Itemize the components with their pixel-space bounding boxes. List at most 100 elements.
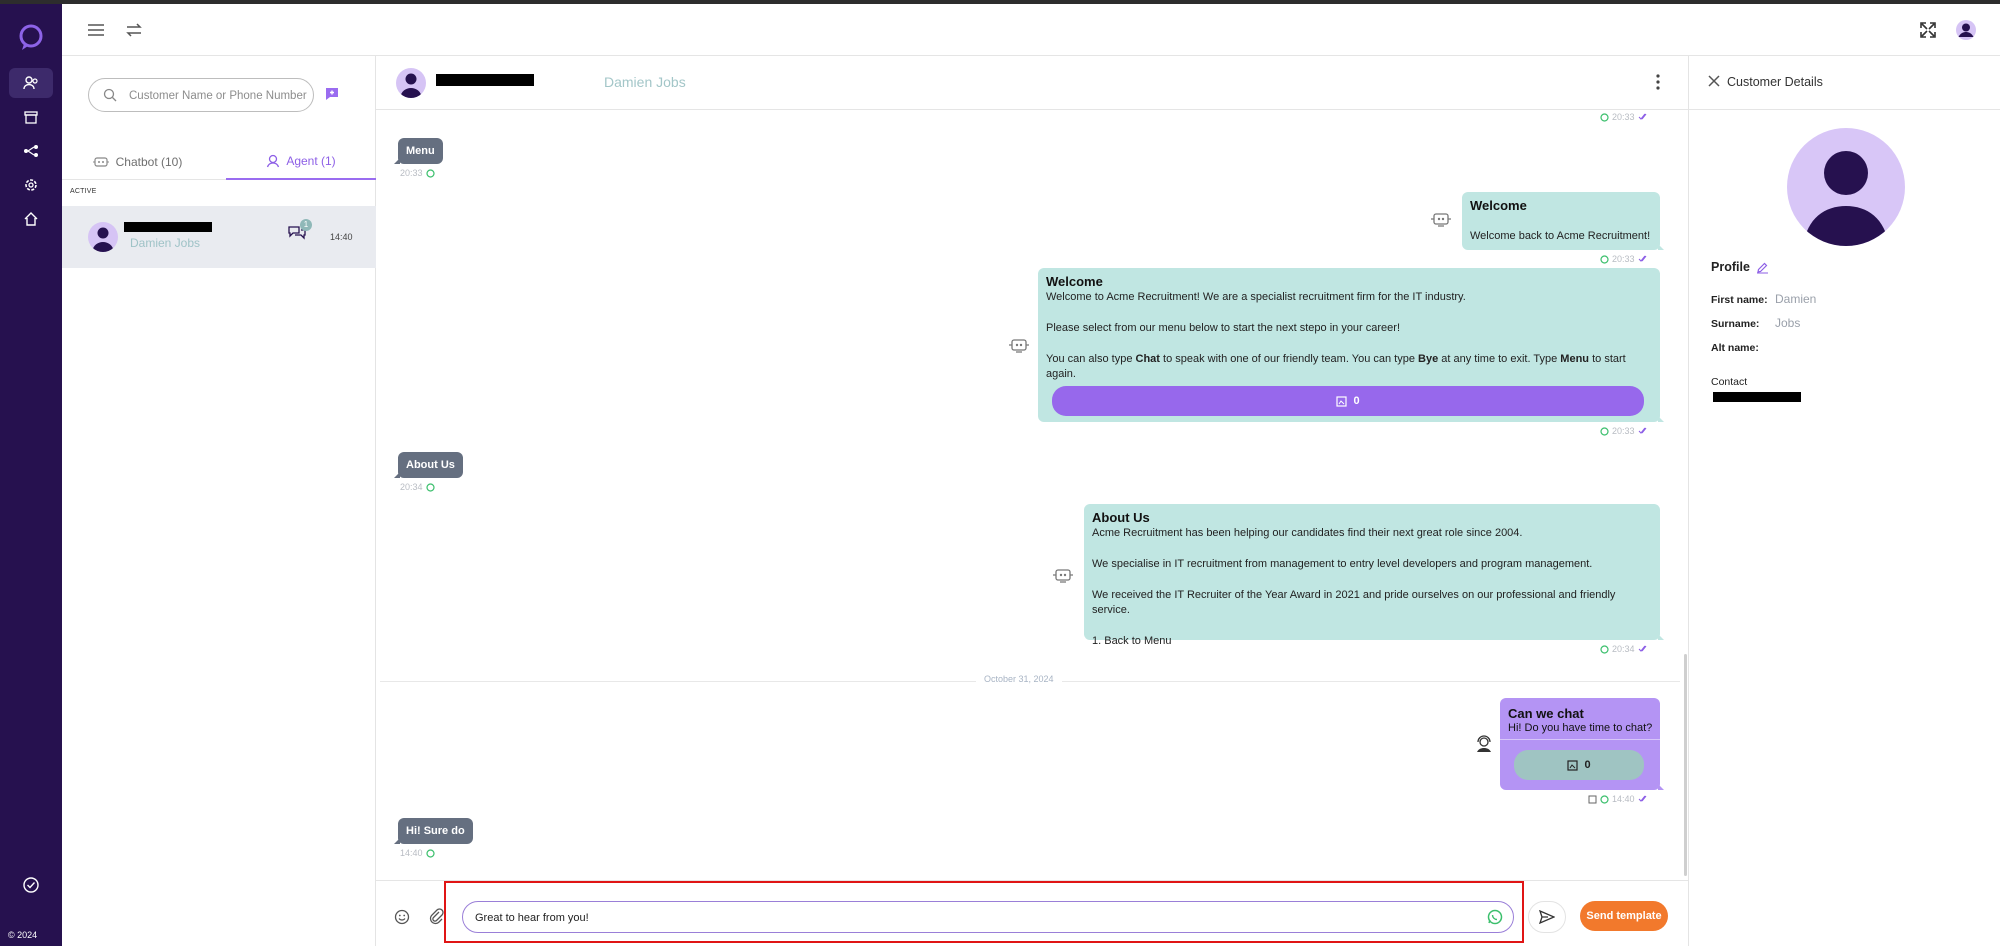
agent-icon xyxy=(267,154,280,168)
fullscreen-icon[interactable] xyxy=(1916,18,1940,42)
incoming-message: Hi! Sure do xyxy=(394,818,473,844)
date-divider: October 31, 2024 xyxy=(380,674,1680,684)
section-label: ACTIVE xyxy=(70,188,97,195)
new-chat-icon[interactable] xyxy=(324,86,340,102)
conversation-number: +447824821666 xyxy=(124,222,212,232)
more-options-icon[interactable] xyxy=(1648,72,1668,92)
conversation-name: Damien Jobs xyxy=(130,236,201,250)
first-name-label: First name: xyxy=(1711,294,1768,306)
message-time: 20:33 xyxy=(400,168,423,178)
tab-chatbot[interactable]: Chatbot (10) xyxy=(62,144,212,180)
tab-agent-label: Agent (1) xyxy=(286,154,336,168)
incoming-message: About Us xyxy=(394,452,463,478)
send-template-button[interactable]: Send template xyxy=(1580,901,1668,931)
app-bar xyxy=(62,4,2000,56)
copyright-text: © 2024 xyxy=(8,930,38,940)
chat-phone-redacted xyxy=(436,74,534,86)
message-body: Welcome back to Acme Recruitment! xyxy=(1470,230,1651,242)
whatsapp-icon xyxy=(1600,112,1609,122)
details-header: Customer Details xyxy=(1689,56,2000,110)
nav-home-icon[interactable] xyxy=(9,204,53,234)
message-title: About Us xyxy=(1092,510,1150,525)
message-meta: 20:34 xyxy=(1600,644,1648,654)
robot-icon xyxy=(92,157,109,167)
attach-icon[interactable] xyxy=(428,907,444,925)
template-icon xyxy=(1588,795,1597,803)
bot-icon xyxy=(1431,213,1451,227)
search-input[interactable] xyxy=(129,86,307,106)
agent-headset-icon xyxy=(1477,735,1491,752)
chat-avatar xyxy=(396,68,426,98)
tab-agent[interactable]: Agent (1) xyxy=(226,144,376,180)
message-field xyxy=(462,901,1514,933)
message-line: You can also type Chat to speak with one… xyxy=(1046,353,1626,380)
message-time: 14:40 xyxy=(400,848,423,858)
message-meta: 20:34 xyxy=(400,482,435,492)
contact-label: Contact xyxy=(1711,376,1748,388)
read-ticks-icon xyxy=(1638,427,1646,434)
tab-chatbot-label: Chatbot (10) xyxy=(115,155,183,169)
whatsapp-icon xyxy=(1600,794,1609,804)
bot-icon xyxy=(1009,339,1029,353)
chat-panel: + Damien Jobs 20:33 Menu 20:33 Welcome W… xyxy=(376,56,1688,946)
close-icon[interactable] xyxy=(1707,74,1721,88)
edit-icon[interactable] xyxy=(1756,261,1769,274)
whatsapp-icon xyxy=(425,482,435,492)
emoji-icon[interactable] xyxy=(394,909,410,925)
message-line: 1. Back to Menu xyxy=(1092,635,1172,647)
nav-contacts-icon[interactable] xyxy=(9,68,53,98)
message-time: 20:34 xyxy=(1612,644,1635,654)
conversation-sidebar: Chatbot (10) Agent (1) ACTIVE +447824821… xyxy=(62,56,376,946)
message-body: Hi! Do you have time to chat? xyxy=(1508,722,1653,734)
message-title: Can we chat xyxy=(1508,706,1584,721)
read-ticks-icon xyxy=(1638,645,1646,652)
surname-value: Jobs xyxy=(1775,316,1801,330)
nav-settings-icon[interactable] xyxy=(9,170,53,200)
send-icon xyxy=(1539,910,1555,924)
message-time: 20:33 xyxy=(1612,426,1635,436)
customer-avatar xyxy=(1787,128,1905,246)
conversation-item[interactable]: +447824821666 Damien Jobs 1 14:40 xyxy=(62,206,376,268)
quick-reply-button[interactable]: 0 xyxy=(1052,386,1644,416)
send-button[interactable] xyxy=(1528,901,1566,933)
message-line: Please select from our menu below to sta… xyxy=(1046,322,1401,334)
outgoing-message: Welcome Welcome to Acme Recruitment! We … xyxy=(1038,268,1664,422)
message-line: Welcome to Acme Recruitment! We are a sp… xyxy=(1046,291,1466,303)
nav-flow-icon[interactable] xyxy=(9,136,53,166)
chat-contact-name: Damien Jobs xyxy=(604,74,686,90)
chat-phone-plus: + xyxy=(437,71,445,85)
image-icon xyxy=(1336,395,1348,407)
message-meta: 14:40 xyxy=(1588,794,1648,804)
details-title: Customer Details xyxy=(1727,75,1823,89)
sidebar-tabs: Chatbot (10) Agent (1) xyxy=(62,144,376,180)
incoming-message: Menu xyxy=(394,138,443,164)
user-avatar-icon[interactable] xyxy=(1954,18,1978,42)
search-icon xyxy=(103,88,117,102)
profile-section: Profile xyxy=(1711,260,1769,274)
whatsapp-icon xyxy=(425,848,435,858)
message-meta: 20:33 xyxy=(1600,112,1648,122)
chat-scrollbar[interactable] xyxy=(1684,654,1687,876)
message-line: We specialise in IT recruitment from man… xyxy=(1092,558,1593,570)
agent-message: Can we chat Hi! Do you have time to chat… xyxy=(1500,698,1664,790)
message-meta: 14:40 xyxy=(400,848,435,858)
date-divider-label: October 31, 2024 xyxy=(976,674,1062,684)
message-time: 20:34 xyxy=(400,482,423,492)
read-ticks-icon xyxy=(1638,255,1646,262)
read-ticks-icon xyxy=(1638,113,1646,120)
whatsapp-icon xyxy=(1600,254,1609,264)
image-icon xyxy=(1567,759,1579,771)
menu-icon[interactable] xyxy=(84,18,108,42)
status-check-icon[interactable] xyxy=(22,876,40,894)
profile-label: Profile xyxy=(1711,260,1750,274)
message-time: 14:40 xyxy=(1612,794,1635,804)
message-meta: 20:33 xyxy=(400,168,435,178)
swap-icon[interactable] xyxy=(122,18,146,42)
alt-name-label: Alt name: xyxy=(1711,342,1759,354)
surname-label: Surname: xyxy=(1711,318,1760,330)
nav-store-icon[interactable] xyxy=(9,102,53,132)
message-input[interactable] xyxy=(475,908,1435,928)
quick-reply-button[interactable]: 0 xyxy=(1514,750,1644,780)
app-logo-icon xyxy=(19,24,43,50)
message-meta: 20:33 xyxy=(1600,254,1648,264)
